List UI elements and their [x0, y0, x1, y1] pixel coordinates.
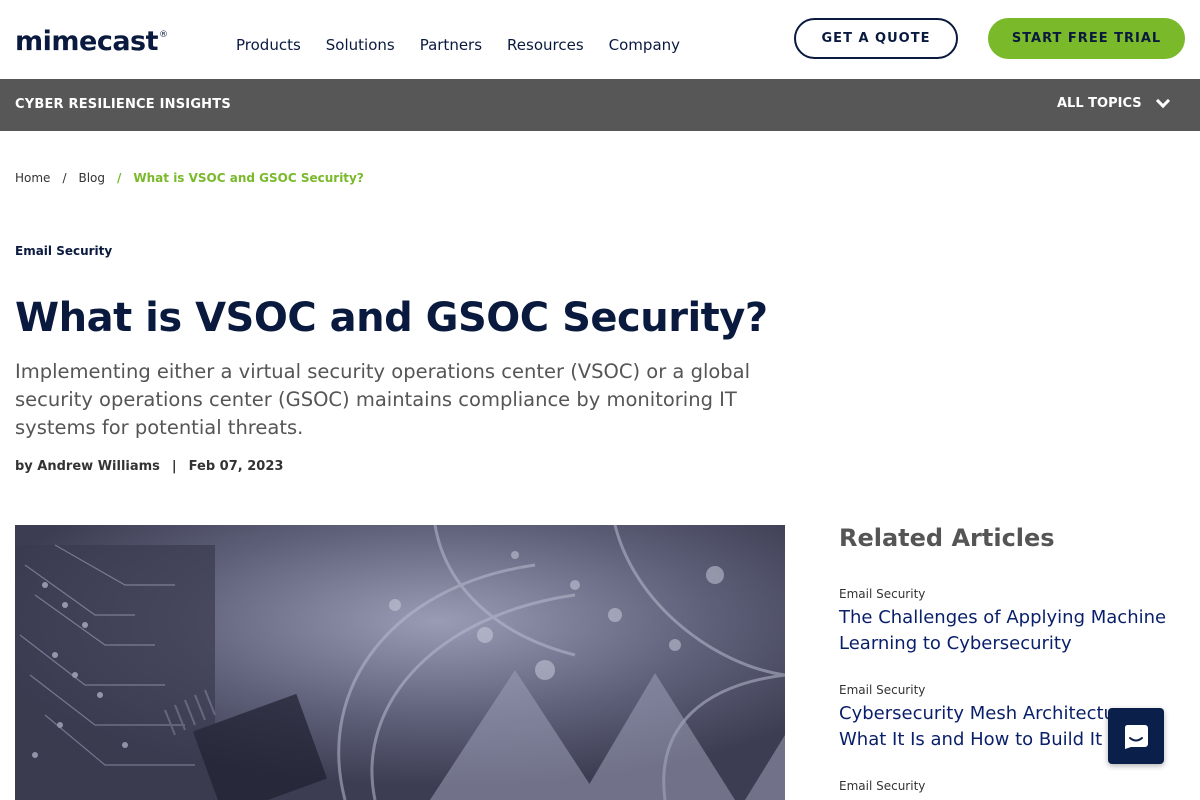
- nav-resources[interactable]: Resources: [507, 36, 584, 54]
- circuit-board-image: [15, 525, 785, 800]
- get-quote-button[interactable]: GET A QUOTE: [794, 18, 958, 59]
- insights-title[interactable]: CYBER RESILIENCE INSIGHTS: [15, 97, 231, 112]
- breadcrumb-separator: /: [62, 171, 67, 185]
- related-article-title[interactable]: The Challenges of Applying Machine Learn…: [839, 605, 1179, 657]
- logo-mark: ®: [159, 30, 168, 40]
- all-topics-label: ALL TOPICS: [1057, 96, 1142, 111]
- nav-company[interactable]: Company: [609, 36, 680, 54]
- chevron-down-icon: [1155, 93, 1170, 109]
- all-topics-dropdown[interactable]: ALL TOPICS: [1057, 93, 1170, 111]
- breadcrumb-blog[interactable]: Blog: [78, 171, 105, 185]
- related-article-category: Email Security: [839, 779, 926, 793]
- nav-partners[interactable]: Partners: [420, 36, 482, 54]
- related-articles-heading: Related Articles: [839, 524, 1055, 552]
- article-title: What is VSOC and GSOC Security?: [15, 295, 768, 341]
- breadcrumb-current: What is VSOC and GSOC Security?: [133, 171, 364, 185]
- site-header: mimecast® Products Solutions Partners Re…: [0, 0, 1200, 79]
- related-articles-list: Email Security The Challenges of Applyin…: [839, 587, 1179, 800]
- mimecast-logo[interactable]: mimecast®: [15, 26, 168, 57]
- article-category[interactable]: Email Security: [15, 244, 112, 258]
- chat-button[interactable]: [1108, 708, 1164, 764]
- article-byline: by Andrew Williams | Feb 07, 2023: [15, 459, 283, 474]
- nav-products[interactable]: Products: [236, 36, 301, 54]
- article-subtitle: Implementing either a virtual security o…: [15, 360, 751, 439]
- article-hero-image: [15, 525, 785, 800]
- breadcrumb-home[interactable]: Home: [15, 171, 50, 185]
- related-article[interactable]: Email Security The Challenges of Applyin…: [839, 587, 1179, 657]
- chat-icon: [1124, 725, 1148, 749]
- related-article[interactable]: Email Security: [839, 779, 1179, 793]
- related-article-category: Email Security: [839, 587, 926, 601]
- article-author: by Andrew Williams: [15, 459, 160, 474]
- logo-text: mimecast: [15, 26, 159, 57]
- article-date: Feb 07, 2023: [188, 459, 284, 474]
- related-article-category: Email Security: [839, 683, 926, 697]
- main-nav: Products Solutions Partners Resources Co…: [236, 36, 680, 54]
- breadcrumb-separator: /: [117, 171, 122, 185]
- start-free-trial-button[interactable]: START FREE TRIAL: [988, 18, 1185, 59]
- insights-bar: CYBER RESILIENCE INSIGHTS ALL TOPICS: [0, 79, 1200, 131]
- byline-separator: |: [171, 459, 177, 474]
- nav-solutions[interactable]: Solutions: [326, 36, 395, 54]
- breadcrumb: Home / Blog / What is VSOC and GSOC Secu…: [15, 171, 364, 185]
